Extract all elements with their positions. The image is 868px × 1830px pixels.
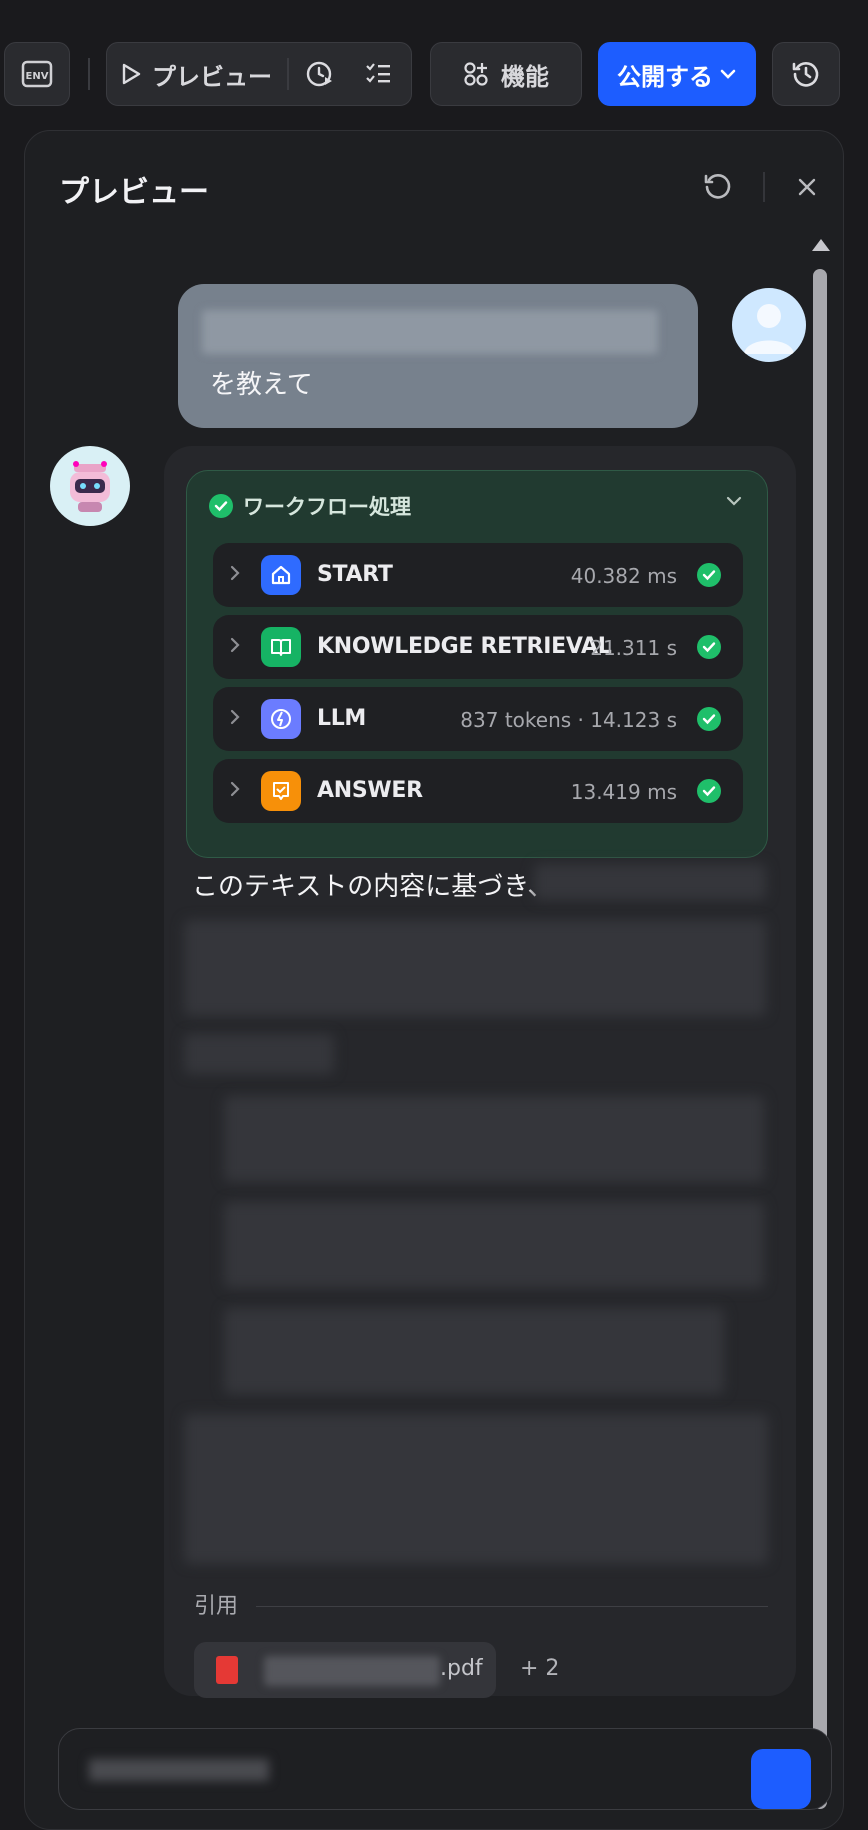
- workflow-step-start[interactable]: START 40.382 ms: [213, 543, 743, 607]
- redacted-answer: [534, 864, 766, 900]
- redacted-answer: [184, 920, 766, 1016]
- play-icon: [120, 62, 142, 86]
- redacted-placeholder: [89, 1759, 269, 1781]
- user-avatar: [732, 288, 806, 362]
- scrollbar[interactable]: [809, 239, 831, 1809]
- env-button[interactable]: ENV: [4, 42, 70, 106]
- bot-avatar: [50, 446, 130, 526]
- redacted-text: [202, 310, 658, 354]
- chevron-down-icon: [719, 68, 737, 80]
- workflow-header: ワークフロー処理: [209, 491, 411, 521]
- chevron-right-icon: [229, 779, 241, 799]
- env-label: ENV: [26, 71, 49, 82]
- answer-lead-text: このテキストの内容に基づき、: [192, 872, 554, 902]
- preview-group-divider: [287, 58, 289, 90]
- run-history-button[interactable]: [296, 42, 344, 106]
- book-icon: [261, 627, 301, 667]
- panel-tools-divider: [763, 172, 765, 202]
- env-icon: ENV: [21, 60, 53, 88]
- features-icon: [463, 61, 489, 87]
- checklist-button[interactable]: [352, 42, 404, 106]
- preview-button-label: プレビュー: [152, 62, 272, 91]
- user-message-text: を教えて: [210, 370, 313, 400]
- workflow-title: ワークフロー処理: [243, 495, 411, 519]
- chevron-right-icon: [229, 707, 241, 727]
- home-icon: [261, 555, 301, 595]
- redacted-answer: [224, 1202, 764, 1288]
- clock-play-icon: [305, 59, 335, 89]
- success-check-icon: [697, 707, 721, 731]
- workflow-step-answer[interactable]: ANSWER 13.419 ms: [213, 759, 743, 823]
- answer-icon: [261, 771, 301, 811]
- citations-label: 引用: [194, 1594, 239, 1619]
- success-check-icon: [697, 779, 721, 803]
- top-toolbar: ENV プレビュー 機能 公開する: [0, 0, 868, 118]
- user-message: を教えて: [178, 284, 698, 428]
- workflow-process-panel[interactable]: ワークフロー処理 START 40.382 ms KNOWLEDGE RETRI…: [186, 470, 768, 858]
- redacted-filename: [264, 1656, 440, 1686]
- version-history-button[interactable]: [772, 42, 840, 106]
- step-name: START: [317, 562, 393, 587]
- publish-button-label: 公開する: [617, 62, 713, 91]
- close-icon[interactable]: [795, 175, 819, 199]
- panel-title: プレビュー: [59, 175, 209, 210]
- redacted-answer: [184, 1034, 334, 1074]
- chat-input[interactable]: [58, 1728, 832, 1810]
- step-name: KNOWLEDGE RETRIEVAL: [317, 634, 612, 659]
- success-check-icon: [697, 635, 721, 659]
- checklist-icon: [364, 61, 392, 87]
- workflow-step-llm[interactable]: LLM 837 tokens · 14.123 s: [213, 687, 743, 751]
- redacted-answer: [184, 1414, 768, 1564]
- step-name: ANSWER: [317, 778, 423, 803]
- step-meta: 837 tokens · 14.123 s: [460, 708, 677, 732]
- history-icon: [791, 59, 821, 89]
- publish-button[interactable]: 公開する: [598, 42, 756, 106]
- citations-divider: [256, 1606, 768, 1607]
- restart-icon[interactable]: [701, 171, 733, 203]
- chevron-right-icon: [229, 563, 241, 583]
- citation-chip[interactable]: .pdf: [194, 1642, 496, 1698]
- features-button[interactable]: 機能: [430, 42, 582, 106]
- chevron-down-icon[interactable]: [725, 495, 743, 507]
- bot-message: ワークフロー処理 START 40.382 ms KNOWLEDGE RETRI…: [164, 446, 796, 1698]
- step-meta: 40.382 ms: [570, 564, 677, 588]
- features-button-label: 機能: [501, 62, 549, 91]
- success-check-icon: [209, 494, 233, 518]
- redacted-answer: [224, 1096, 764, 1182]
- citation-file-ext: .pdf: [440, 1656, 483, 1681]
- redacted-answer: [224, 1308, 724, 1394]
- step-name: LLM: [317, 706, 367, 731]
- chevron-right-icon: [229, 635, 241, 655]
- step-meta: 21.311 s: [590, 636, 677, 660]
- workflow-step-knowledge-retrieval[interactable]: KNOWLEDGE RETRIEVAL 21.311 s: [213, 615, 743, 679]
- pdf-file-icon: [216, 1656, 238, 1684]
- step-meta: 13.419 ms: [570, 780, 677, 804]
- preview-button[interactable]: プレビュー: [108, 42, 284, 106]
- citations-more[interactable]: + 2: [520, 1656, 559, 1681]
- send-button[interactable]: [751, 1749, 811, 1809]
- panel-tools: [701, 171, 819, 203]
- success-check-icon: [697, 563, 721, 587]
- scroll-up-arrow[interactable]: [812, 239, 830, 251]
- llm-icon: [261, 699, 301, 739]
- scroll-thumb[interactable]: [813, 269, 827, 1809]
- toolbar-divider: [88, 58, 90, 90]
